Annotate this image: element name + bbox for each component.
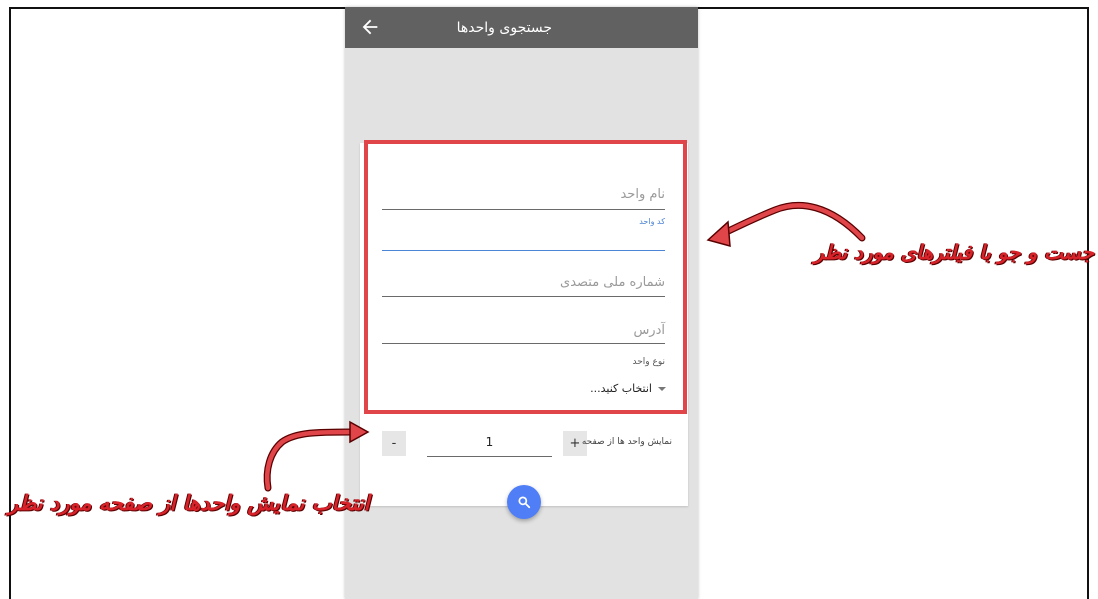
paging-annotation: انتخاب نمایش واحدها از صفحه مورد نظر [8, 490, 370, 515]
paging-arrowhead [349, 420, 370, 444]
paging-arrow [263, 428, 356, 492]
filters-annotation: جست و جو با فیلترهای مورد نظر [814, 240, 1094, 264]
filters-arrowhead [706, 220, 731, 248]
